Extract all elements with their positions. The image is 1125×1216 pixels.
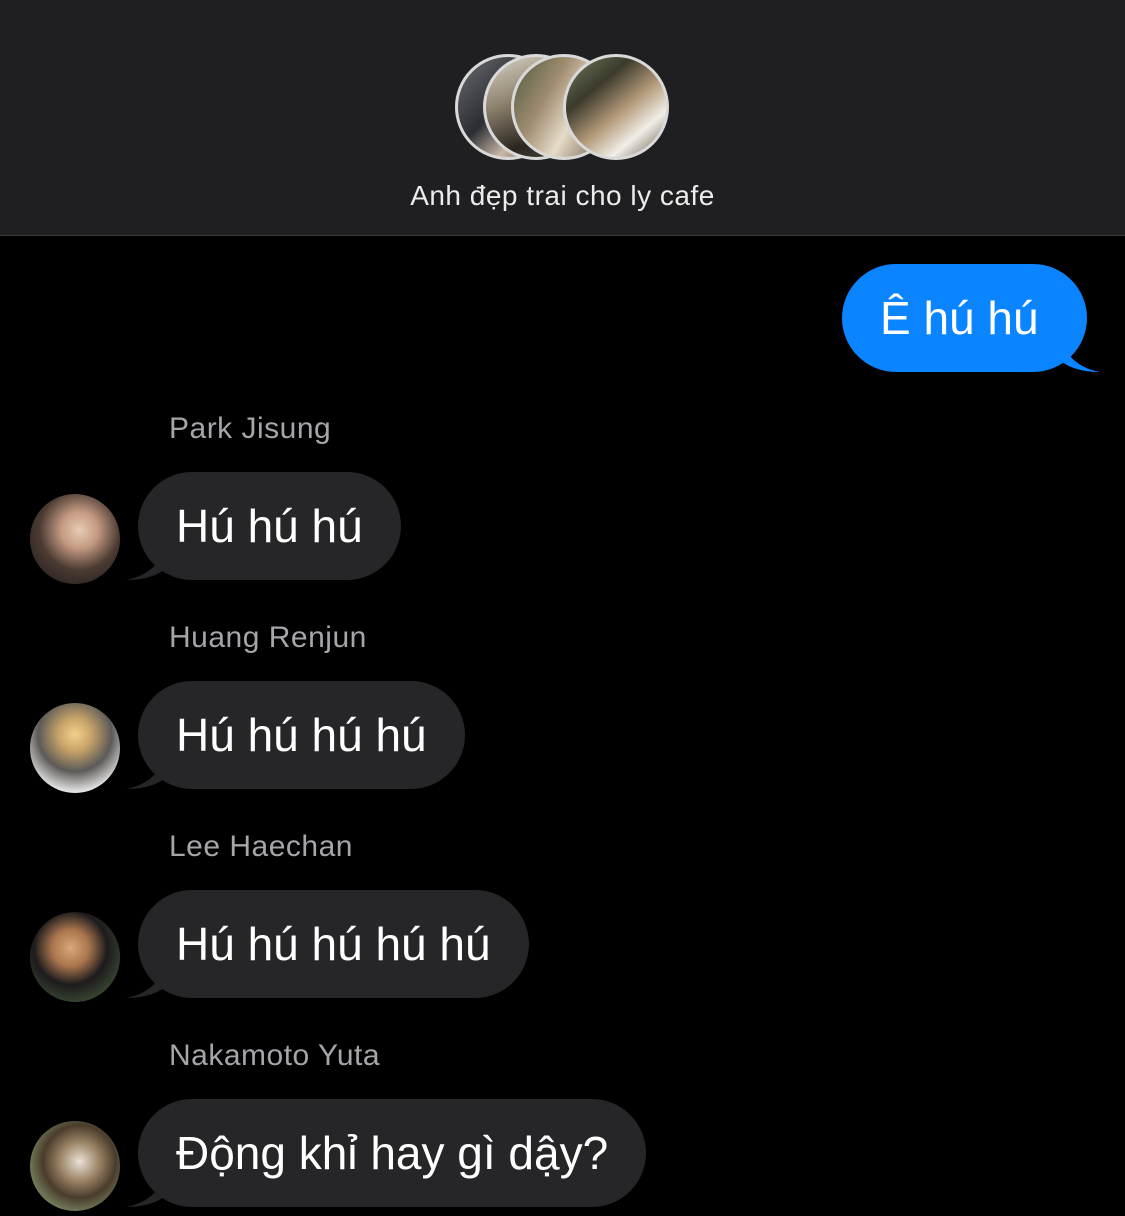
sender-name: Huang Renjun (169, 621, 367, 654)
sender-name: Park Jisung (169, 412, 332, 445)
sender-name: Lee Haechan (169, 830, 353, 863)
incoming-message-bubble[interactable]: Động khỉ hay gì dậy? (138, 1099, 647, 1207)
message-text: Ê hú hú (880, 292, 1039, 344)
group-avatar-stack[interactable] (455, 54, 671, 164)
sender-name: Nakamoto Yuta (169, 1039, 381, 1072)
incoming-message-bubble[interactable]: Hú hú hú hú (138, 681, 465, 789)
sender-avatar[interactable] (30, 1121, 120, 1211)
sender-avatar[interactable] (30, 912, 120, 1002)
message-text: Hú hú hú hú hú (176, 918, 491, 970)
outgoing-message-bubble[interactable]: Ê hú hú (842, 264, 1087, 372)
sender-avatar[interactable] (30, 703, 120, 793)
incoming-message-bubble[interactable]: Hú hú hú hú hú (138, 890, 529, 998)
conversation-header: Anh đẹp trai cho ly cafe (0, 0, 1125, 236)
conversation-title[interactable]: Anh đẹp trai cho ly cafe (0, 180, 1125, 212)
sender-avatar[interactable] (30, 494, 120, 584)
outgoing-bubble-tail (1060, 332, 1100, 372)
member-avatar-4 (563, 54, 669, 160)
incoming-message-bubble[interactable]: Hú hú hú (138, 472, 401, 580)
message-text: Hú hú hú (176, 500, 363, 552)
message-text: Hú hú hú hú (176, 709, 427, 761)
message-text: Động khỉ hay gì dậy? (176, 1127, 609, 1179)
